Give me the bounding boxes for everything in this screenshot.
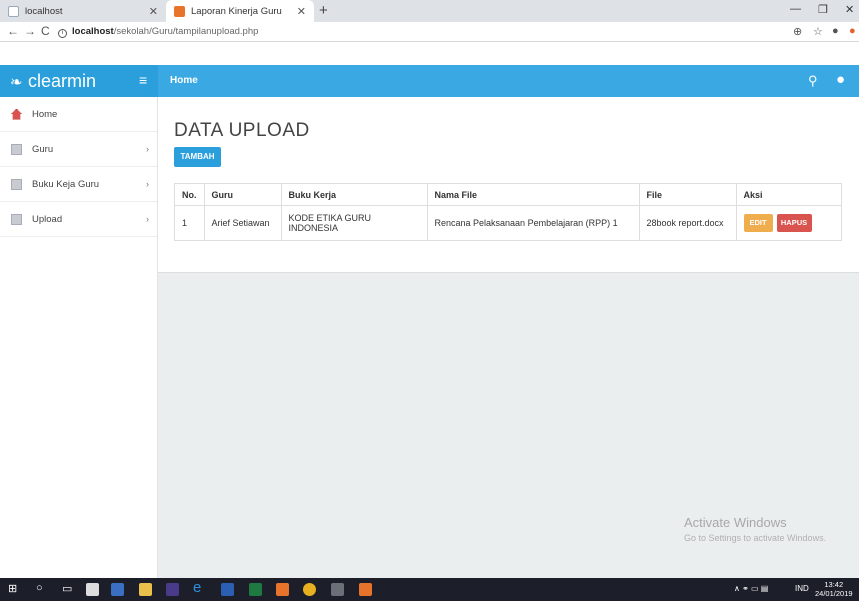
url-host: localhost [72, 26, 114, 37]
browser-tab-strip: localhost ✕ Laporan Kinerja Guru ✕ + — ❐… [0, 0, 859, 22]
close-tab-icon[interactable]: ✕ [149, 5, 158, 18]
sidebar-item-label: Home [32, 108, 58, 120]
page-title: DATA UPLOAD [174, 120, 310, 141]
chevron-right-icon: › [146, 144, 149, 154]
extension-icon[interactable]: ● [849, 25, 856, 37]
edit-button[interactable]: EDIT [743, 214, 773, 232]
watermark-subtitle: Go to Settings to activate Windows. [684, 533, 827, 543]
word-icon[interactable] [221, 583, 234, 596]
content-panel: DATA UPLOAD TAMBAH No. Guru Buku Kerja N… [158, 97, 859, 273]
tab-title: localhost [25, 5, 63, 17]
zoom-icon[interactable]: ⊕ [793, 25, 802, 38]
tray-icons[interactable]: ∧ ⚭ ▭ ▤ [734, 584, 768, 593]
search-icon[interactable]: ⚲ [808, 73, 818, 89]
excel-icon[interactable] [249, 583, 262, 596]
restore-icon[interactable]: ❐ [818, 3, 828, 16]
new-tab-icon[interactable]: + [319, 2, 328, 19]
column-header: File [638, 183, 737, 206]
back-icon[interactable]: ← [7, 24, 19, 38]
page-favicon-icon [8, 5, 19, 17]
delete-button[interactable]: HAPUS [776, 214, 812, 232]
sidebar-item-label: Guru [32, 143, 54, 155]
chevron-right-icon: › [146, 214, 149, 224]
reload-icon[interactable]: C [41, 24, 50, 38]
list-icon [11, 213, 22, 225]
url-path: /sekolah/Guru/tampilanupload.php [113, 26, 259, 37]
table-row: 1 Arief Setiawan KODE ETIKA GURU INDONES… [174, 205, 842, 241]
browser-tab-laporan[interactable]: Laporan Kinerja Guru ✕ [166, 0, 314, 22]
xampp-icon[interactable] [276, 583, 289, 596]
table-header-row: No. Guru Buku Kerja Nama File File Aksi [174, 183, 842, 206]
cell-no: 1 [174, 205, 205, 241]
upload-table: No. Guru Buku Kerja Nama File File Aksi … [174, 183, 842, 241]
clock[interactable]: 13:42 24/01/2019 [815, 580, 853, 598]
file-explorer-icon[interactable] [139, 583, 152, 596]
edge-icon[interactable]: e [193, 579, 201, 596]
breadcrumb[interactable]: Home [170, 75, 198, 86]
cell-nama-file: Rencana Pelaksanaan Pembelajaran (RPP) 1 [426, 205, 640, 241]
sidebar-item-upload[interactable]: Upload › [0, 202, 157, 237]
column-header: No. [174, 183, 205, 206]
start-icon[interactable]: ⊞ [8, 582, 17, 595]
cell-aksi: EDIT HAPUS [735, 205, 842, 241]
search-icon[interactable]: ○ [36, 582, 43, 594]
tab-title: Laporan Kinerja Guru [191, 5, 282, 17]
address-bar: ← → C i localhost/sekolah/Guru/tampilanup… [0, 22, 859, 42]
sidebar-item-label: Upload [32, 213, 63, 225]
chevron-right-icon: › [146, 179, 149, 189]
app-brand-bar: ❧ clearmin ≡ [0, 65, 158, 97]
url-field[interactable]: i localhost/sekolah/Guru/tampilanupload.p… [58, 26, 258, 38]
cell-buku-kerja: KODE ETIKA GURU INDONESIA [280, 205, 428, 241]
task-view-icon[interactable]: ▭ [62, 582, 72, 595]
list-icon [11, 143, 22, 155]
bookmark-star-icon[interactable]: ☆ [813, 25, 823, 38]
cell-guru: Arief Setiawan [203, 205, 282, 241]
windows-taskbar: ⊞ ○ ▭ e ∧ ⚭ ▭ ▤ IND 13:42 24/01/2019 [0, 578, 859, 601]
app-icon[interactable] [331, 583, 344, 596]
column-header: Nama File [426, 183, 640, 206]
browser-tab-localhost[interactable]: localhost ✕ [0, 0, 166, 22]
minimize-icon[interactable]: — [790, 3, 801, 15]
top-navbar: Home ⚲ ● [158, 65, 859, 97]
column-header: Guru [203, 183, 282, 206]
close-window-icon[interactable]: ✕ [845, 3, 854, 16]
sublime-icon[interactable] [359, 583, 372, 596]
sidebar-item-buku-kerja-guru[interactable]: Buku Keja Guru › [0, 167, 157, 202]
clock-date: 24/01/2019 [815, 589, 853, 598]
cell-file: 28book report.docx [638, 205, 737, 241]
leaf-logo-icon: ❧ [10, 74, 23, 91]
add-button[interactable]: TAMBAH [174, 147, 221, 167]
info-icon[interactable]: i [58, 29, 67, 38]
after-effects-icon[interactable] [166, 583, 179, 596]
sidebar-item-guru[interactable]: Guru › [0, 132, 157, 167]
sidebar: Home Guru › Buku Keja Guru › Upload › [0, 97, 158, 578]
home-icon [11, 108, 22, 120]
close-tab-icon[interactable]: ✕ [297, 5, 306, 18]
activate-windows-watermark: Activate Windows Go to Settings to activ… [684, 515, 826, 543]
forward-icon[interactable]: → [24, 24, 36, 38]
page-favicon-icon [174, 5, 185, 17]
store-icon[interactable] [86, 583, 99, 596]
hamburger-menu-icon[interactable]: ≡ [139, 72, 147, 88]
user-account-icon[interactable]: ● [836, 71, 845, 88]
column-header: Buku Kerja [280, 183, 428, 206]
list-icon [11, 178, 22, 190]
sidebar-item-home[interactable]: Home [0, 97, 157, 132]
profile-icon[interactable]: ● [832, 25, 839, 37]
column-header: Aksi [735, 183, 842, 206]
brand-name[interactable]: clearmin [28, 71, 96, 92]
app-icon[interactable] [111, 583, 124, 596]
clock-time: 13:42 [824, 580, 844, 589]
sidebar-item-label: Buku Keja Guru [32, 178, 100, 190]
watermark-title: Activate Windows [684, 515, 787, 530]
chrome-icon[interactable] [303, 583, 316, 596]
language-indicator[interactable]: IND [795, 584, 809, 593]
